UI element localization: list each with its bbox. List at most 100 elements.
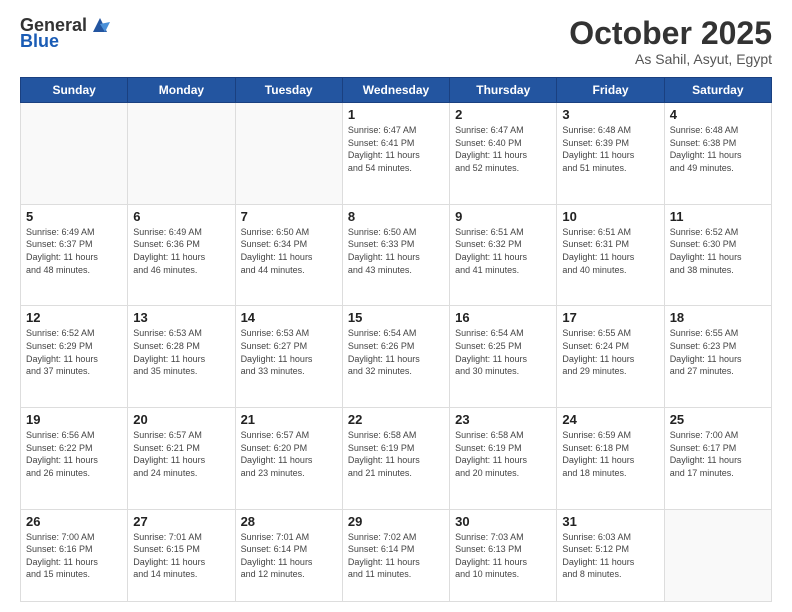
day-info: Sunrise: 7:00 AM Sunset: 6:17 PM Dayligh…: [670, 429, 766, 479]
day-info: Sunrise: 6:52 AM Sunset: 6:30 PM Dayligh…: [670, 226, 766, 276]
day-number: 25: [670, 412, 766, 427]
calendar-cell: 29 Sunrise: 7:02 AM Sunset: 6:14 PM Dayli…: [342, 509, 449, 601]
calendar-cell: 25 Sunrise: 7:00 AM Sunset: 6:17 PM Dayli…: [664, 408, 771, 510]
logo-icon: [89, 14, 111, 36]
logo-blue-text: Blue: [20, 32, 59, 52]
day-number: 15: [348, 310, 444, 325]
day-info: Sunrise: 6:58 AM Sunset: 6:19 PM Dayligh…: [455, 429, 551, 479]
day-number: 6: [133, 209, 229, 224]
title-block: October 2025 As Sahil, Asyut, Egypt: [569, 16, 772, 67]
day-number: 18: [670, 310, 766, 325]
logo: General Blue: [20, 16, 111, 52]
calendar-cell: 21 Sunrise: 6:57 AM Sunset: 6:20 PM Dayli…: [235, 408, 342, 510]
day-number: 4: [670, 107, 766, 122]
day-number: 7: [241, 209, 337, 224]
calendar-cell: 15 Sunrise: 6:54 AM Sunset: 6:26 PM Dayli…: [342, 306, 449, 408]
day-number: 29: [348, 514, 444, 529]
day-info: Sunrise: 6:50 AM Sunset: 6:34 PM Dayligh…: [241, 226, 337, 276]
calendar-cell: 7 Sunrise: 6:50 AM Sunset: 6:34 PM Daylig…: [235, 204, 342, 306]
calendar-cell: 9 Sunrise: 6:51 AM Sunset: 6:32 PM Daylig…: [450, 204, 557, 306]
header: General Blue October 2025 As Sahil, Asyu…: [20, 16, 772, 67]
day-info: Sunrise: 6:57 AM Sunset: 6:20 PM Dayligh…: [241, 429, 337, 479]
day-info: Sunrise: 6:57 AM Sunset: 6:21 PM Dayligh…: [133, 429, 229, 479]
day-info: Sunrise: 6:51 AM Sunset: 6:32 PM Dayligh…: [455, 226, 551, 276]
day-info: Sunrise: 6:59 AM Sunset: 6:18 PM Dayligh…: [562, 429, 658, 479]
day-info: Sunrise: 6:54 AM Sunset: 6:26 PM Dayligh…: [348, 327, 444, 377]
day-number: 2: [455, 107, 551, 122]
calendar-cell: 12 Sunrise: 6:52 AM Sunset: 6:29 PM Dayli…: [21, 306, 128, 408]
calendar-cell: 3Sunrise: 6:48 AM Sunset: 6:39 PM Daylig…: [557, 103, 664, 205]
day-info: Sunrise: 6:48 AM Sunset: 6:38 PM Dayligh…: [670, 124, 766, 174]
calendar: SundayMondayTuesdayWednesdayThursdayFrid…: [20, 77, 772, 602]
weekday-header-wednesday: Wednesday: [342, 78, 449, 103]
day-info: Sunrise: 6:03 AM Sunset: 5:12 PM Dayligh…: [562, 531, 658, 581]
day-number: 24: [562, 412, 658, 427]
calendar-cell: 13Sunrise: 6:53 AM Sunset: 6:28 PM Dayli…: [128, 306, 235, 408]
day-number: 23: [455, 412, 551, 427]
day-info: Sunrise: 7:02 AM Sunset: 6:14 PM Dayligh…: [348, 531, 444, 581]
calendar-cell: [664, 509, 771, 601]
calendar-cell: 11 Sunrise: 6:52 AM Sunset: 6:30 PM Dayli…: [664, 204, 771, 306]
day-info: Sunrise: 6:56 AM Sunset: 6:22 PM Dayligh…: [26, 429, 122, 479]
day-info: Sunrise: 7:01 AM Sunset: 6:14 PM Dayligh…: [241, 531, 337, 581]
calendar-cell: 18 Sunrise: 6:55 AM Sunset: 6:23 PM Dayli…: [664, 306, 771, 408]
calendar-week-5: 26Sunrise: 7:00 AM Sunset: 6:16 PM Dayli…: [21, 509, 772, 601]
day-info: Sunrise: 6:49 AM Sunset: 6:36 PM Dayligh…: [133, 226, 229, 276]
day-number: 12: [26, 310, 122, 325]
day-info: Sunrise: 6:53 AM Sunset: 6:28 PM Dayligh…: [133, 327, 229, 377]
day-info: Sunrise: 6:58 AM Sunset: 6:19 PM Dayligh…: [348, 429, 444, 479]
calendar-cell: [128, 103, 235, 205]
weekday-header-sunday: Sunday: [21, 78, 128, 103]
calendar-cell: 19Sunrise: 6:56 AM Sunset: 6:22 PM Dayli…: [21, 408, 128, 510]
day-number: 1: [348, 107, 444, 122]
calendar-cell: 20 Sunrise: 6:57 AM Sunset: 6:21 PM Dayli…: [128, 408, 235, 510]
month-title: October 2025: [569, 16, 772, 51]
calendar-week-1: 1 Sunrise: 6:47 AM Sunset: 6:41 PM Daylig…: [21, 103, 772, 205]
day-info: Sunrise: 6:47 AM Sunset: 6:40 PM Dayligh…: [455, 124, 551, 174]
calendar-week-2: 5Sunrise: 6:49 AM Sunset: 6:37 PM Daylig…: [21, 204, 772, 306]
day-info: Sunrise: 6:52 AM Sunset: 6:29 PM Dayligh…: [26, 327, 122, 377]
calendar-cell: 31Sunrise: 6:03 AM Sunset: 5:12 PM Dayli…: [557, 509, 664, 601]
calendar-week-4: 19Sunrise: 6:56 AM Sunset: 6:22 PM Dayli…: [21, 408, 772, 510]
day-number: 28: [241, 514, 337, 529]
day-info: Sunrise: 6:53 AM Sunset: 6:27 PM Dayligh…: [241, 327, 337, 377]
day-number: 11: [670, 209, 766, 224]
day-number: 9: [455, 209, 551, 224]
calendar-week-3: 12 Sunrise: 6:52 AM Sunset: 6:29 PM Dayli…: [21, 306, 772, 408]
day-number: 26: [26, 514, 122, 529]
day-number: 14: [241, 310, 337, 325]
day-number: 27: [133, 514, 229, 529]
calendar-cell: 17Sunrise: 6:55 AM Sunset: 6:24 PM Dayli…: [557, 306, 664, 408]
calendar-cell: 5Sunrise: 6:49 AM Sunset: 6:37 PM Daylig…: [21, 204, 128, 306]
day-number: 17: [562, 310, 658, 325]
day-number: 30: [455, 514, 551, 529]
weekday-header-tuesday: Tuesday: [235, 78, 342, 103]
day-info: Sunrise: 7:03 AM Sunset: 6:13 PM Dayligh…: [455, 531, 551, 581]
day-number: 10: [562, 209, 658, 224]
day-info: Sunrise: 6:47 AM Sunset: 6:41 PM Dayligh…: [348, 124, 444, 174]
weekday-header-monday: Monday: [128, 78, 235, 103]
calendar-cell: 24 Sunrise: 6:59 AM Sunset: 6:18 PM Dayli…: [557, 408, 664, 510]
calendar-cell: 26Sunrise: 7:00 AM Sunset: 6:16 PM Dayli…: [21, 509, 128, 601]
day-number: 21: [241, 412, 337, 427]
day-info: Sunrise: 6:49 AM Sunset: 6:37 PM Dayligh…: [26, 226, 122, 276]
calendar-cell: [235, 103, 342, 205]
day-number: 3: [562, 107, 658, 122]
day-number: 16: [455, 310, 551, 325]
weekday-header-thursday: Thursday: [450, 78, 557, 103]
day-number: 20: [133, 412, 229, 427]
calendar-cell: [21, 103, 128, 205]
calendar-cell: 10 Sunrise: 6:51 AM Sunset: 6:31 PM Dayli…: [557, 204, 664, 306]
calendar-cell: 6 Sunrise: 6:49 AM Sunset: 6:36 PM Daylig…: [128, 204, 235, 306]
calendar-cell: 4 Sunrise: 6:48 AM Sunset: 6:38 PM Daylig…: [664, 103, 771, 205]
calendar-cell: 22 Sunrise: 6:58 AM Sunset: 6:19 PM Dayli…: [342, 408, 449, 510]
day-number: 22: [348, 412, 444, 427]
calendar-cell: 14 Sunrise: 6:53 AM Sunset: 6:27 PM Dayli…: [235, 306, 342, 408]
day-info: Sunrise: 6:51 AM Sunset: 6:31 PM Dayligh…: [562, 226, 658, 276]
day-info: Sunrise: 6:50 AM Sunset: 6:33 PM Dayligh…: [348, 226, 444, 276]
calendar-cell: 27Sunrise: 7:01 AM Sunset: 6:15 PM Dayli…: [128, 509, 235, 601]
day-info: Sunrise: 6:54 AM Sunset: 6:25 PM Dayligh…: [455, 327, 551, 377]
location-subtitle: As Sahil, Asyut, Egypt: [569, 51, 772, 67]
calendar-cell: 8Sunrise: 6:50 AM Sunset: 6:33 PM Daylig…: [342, 204, 449, 306]
day-info: Sunrise: 6:55 AM Sunset: 6:23 PM Dayligh…: [670, 327, 766, 377]
